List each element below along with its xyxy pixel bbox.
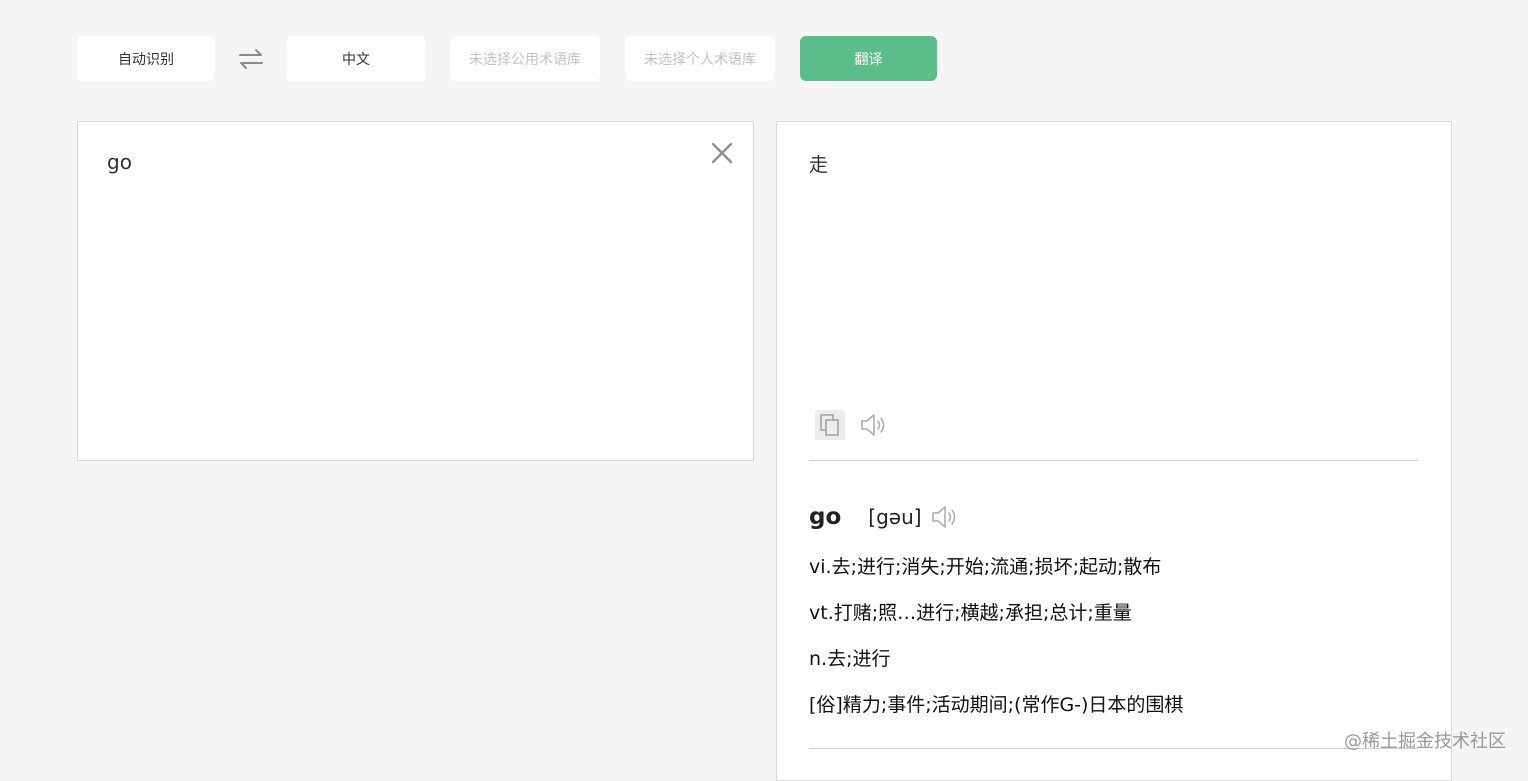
target-language-select[interactable]: 中文 (287, 36, 425, 81)
public-glossary-select[interactable]: 未选择公用术语库 (450, 36, 600, 81)
translation-output-panel: 走 go [gəu] vi.去;进行;消失;开始;流通;损坏;起动;散布 vt.… (776, 121, 1452, 781)
definition-line: [俗]精力;事件;活动期间;(常作G-)日本的围棋 (809, 694, 1184, 716)
copy-icon (820, 414, 839, 436)
copy-button[interactable] (815, 410, 845, 440)
translation-result: 走 (809, 154, 829, 176)
personal-glossary-select[interactable]: 未选择个人术语库 (625, 36, 775, 81)
definition-line: n.去;进行 (809, 648, 891, 670)
watermark: @稀土掘金技术社区 (1344, 731, 1506, 752)
source-text-input[interactable]: go (107, 150, 132, 174)
definition-line: vi.去;进行;消失;开始;流通;损坏;起动;散布 (809, 556, 1162, 578)
source-input-panel[interactable]: go (77, 121, 754, 461)
dictionary-phonetic: [gəu] (868, 505, 922, 529)
dictionary-header: go [gəu] (809, 502, 960, 532)
pronunciation-speaker-icon[interactable] (930, 504, 960, 530)
definition-line: vt.打赌;照…进行;横越;承担;总计;重量 (809, 602, 1132, 624)
source-language-select[interactable]: 自动识别 (77, 36, 215, 81)
divider (809, 460, 1418, 461)
clear-icon[interactable] (711, 142, 733, 164)
speaker-icon[interactable] (859, 412, 887, 438)
swap-languages-icon[interactable] (237, 46, 265, 72)
divider (809, 748, 1418, 749)
translate-button[interactable]: 翻译 (800, 36, 937, 81)
dictionary-word: go (809, 504, 842, 530)
